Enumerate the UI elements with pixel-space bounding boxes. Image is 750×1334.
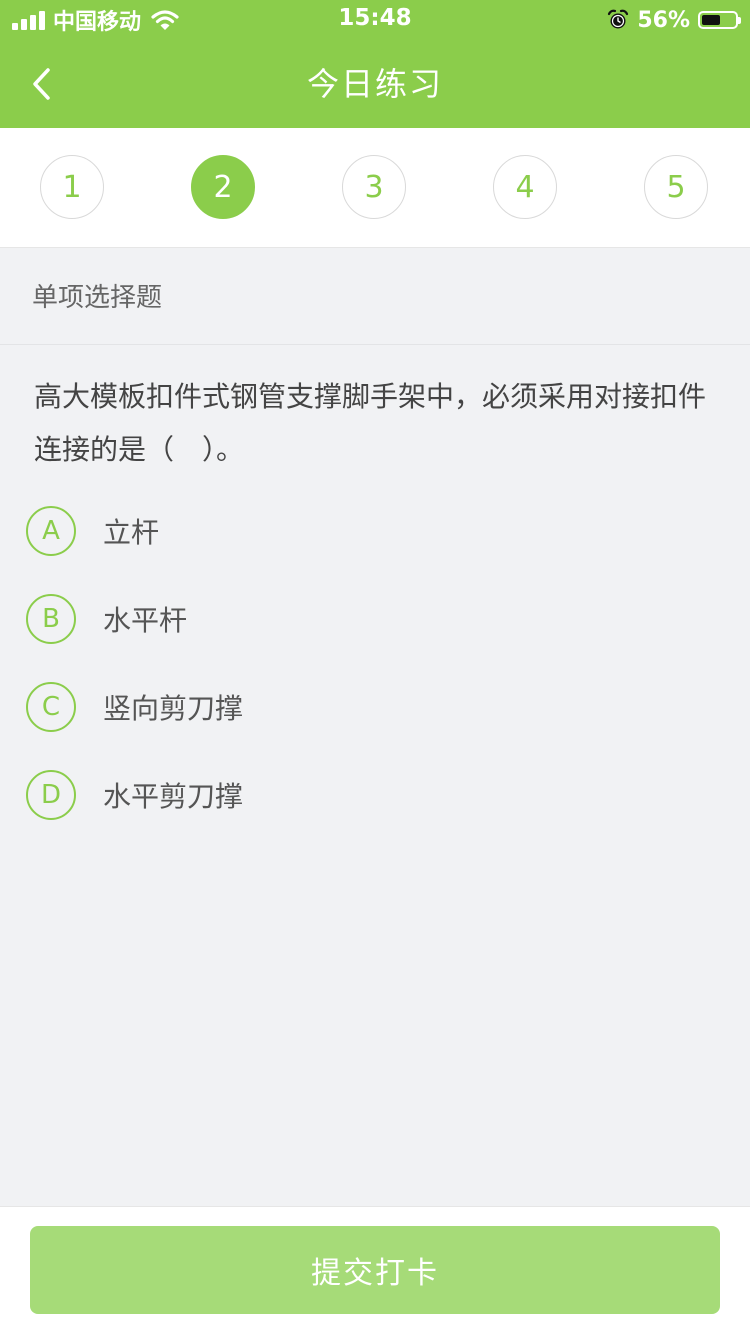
tab-question-1[interactable]: 1 <box>40 155 104 219</box>
nav-bar: 今日练习 <box>0 40 750 128</box>
tab-question-5[interactable]: 5 <box>644 155 708 219</box>
question-tabs: 1 2 3 4 5 <box>0 128 750 248</box>
option-a[interactable]: A 立杆 <box>26 505 159 557</box>
question-type-label: 单项选择题 <box>32 283 163 313</box>
alarm-icon <box>608 9 629 29</box>
option-text: 立杆 <box>103 516 160 549</box>
tab-question-3[interactable]: 3 <box>342 155 406 219</box>
option-letter: B <box>26 594 76 644</box>
footer: 提交打卡 <box>0 1206 750 1334</box>
submit-checkin-button[interactable]: 提交打卡 <box>30 1226 720 1314</box>
option-c[interactable]: C 竖向剪刀撑 <box>26 681 243 733</box>
battery-icon <box>698 11 741 29</box>
option-letter: A <box>26 506 76 556</box>
question-text: 高大模板扣件式钢管支撑脚手架中，必须采用对接扣件连接的是（ ）。 <box>34 380 707 466</box>
page-title: 今日练习 <box>306 65 443 103</box>
option-b[interactable]: B 水平杆 <box>26 593 187 645</box>
option-text: 竖向剪刀撑 <box>103 692 244 725</box>
option-d[interactable]: D 水平剪刀撑 <box>26 769 243 821</box>
question-type-bar: 单项选择题 <box>0 248 750 345</box>
battery-level <box>702 15 720 25</box>
option-letter: C <box>26 682 76 732</box>
option-letter: D <box>26 770 76 820</box>
header: 中国移动 15:48 56% 今日练习 <box>0 0 750 128</box>
option-text: 水平杆 <box>103 604 188 637</box>
status-bar-right: 56% <box>607 6 741 34</box>
tab-question-4[interactable]: 4 <box>493 155 557 219</box>
battery-percent: 56% <box>637 7 690 33</box>
tab-question-2[interactable]: 2 <box>191 155 255 219</box>
status-bar: 中国移动 15:48 56% <box>0 0 750 40</box>
option-text: 水平剪刀撑 <box>103 780 244 813</box>
